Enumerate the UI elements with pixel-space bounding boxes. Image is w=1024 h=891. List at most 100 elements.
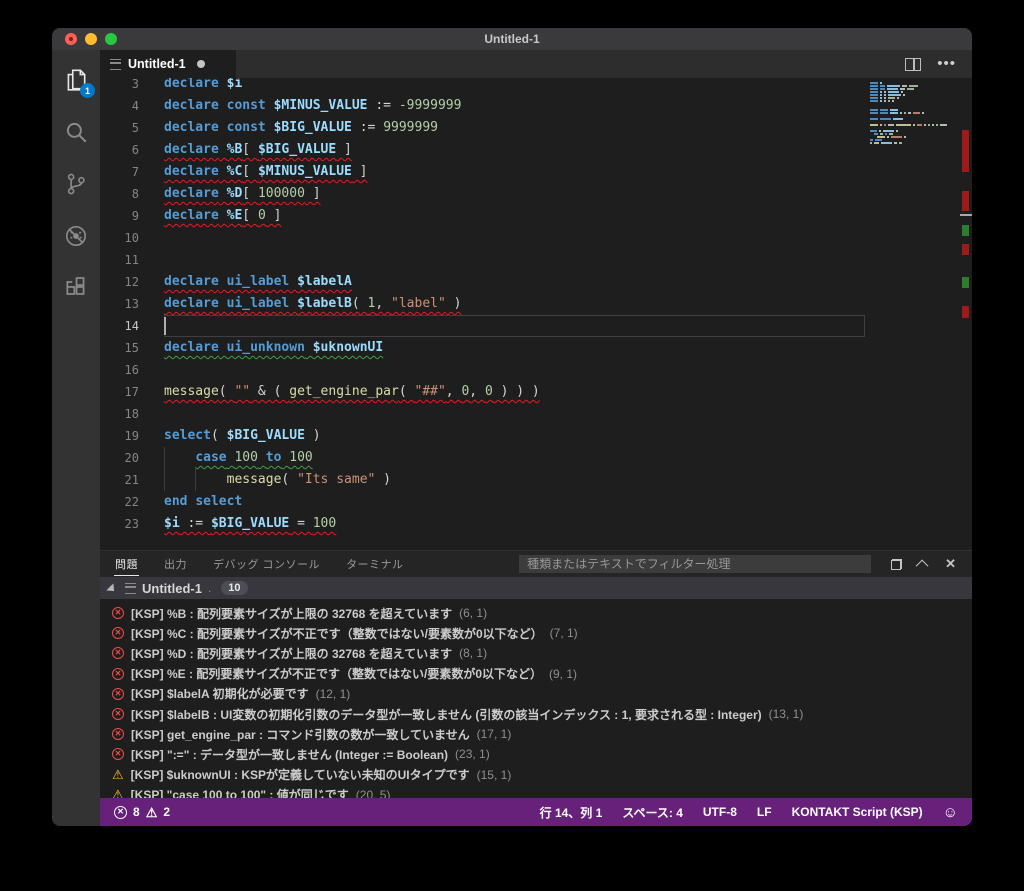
problem-row[interactable]: ⚠[KSP] $uknownUI : KSPが定義していない未知のUIタイプです… xyxy=(100,765,972,785)
unsaved-changes-dot[interactable] xyxy=(197,60,205,68)
maximize-panel-icon[interactable] xyxy=(891,559,902,570)
line-number: 23 xyxy=(100,513,164,535)
overview-ruler[interactable] xyxy=(960,78,972,550)
warning-icon: ⚠ xyxy=(112,768,124,781)
problem-row[interactable]: ✕[KSP] %B : 配列要素サイズが上限の 32768 を超えています(6,… xyxy=(100,603,972,623)
code-line-12[interactable]: 12declare ui_label $labelA xyxy=(100,271,865,293)
code-line-5[interactable]: 5declare const $BIG_VALUE := 9999999 xyxy=(100,117,865,139)
problem-row[interactable]: ✕[KSP] %E : 配列要素サイズが不正です（整数ではない/要素数が0以下な… xyxy=(100,664,972,684)
activity-bar-item-search[interactable] xyxy=(56,114,96,150)
chevron-up-icon[interactable] xyxy=(916,559,929,572)
code-line-22[interactable]: 22end select xyxy=(100,491,865,513)
error-icon: ✕ xyxy=(112,647,124,659)
problem-row[interactable]: ✕[KSP] get_engine_par : コマンド引数の数が一致していませ… xyxy=(100,724,972,744)
expand-twisty-icon[interactable] xyxy=(106,583,117,594)
minimap-line xyxy=(870,91,905,93)
overview-error-mark xyxy=(962,130,969,172)
problems-filter-input[interactable] xyxy=(519,555,871,573)
status-indentation[interactable]: スペース: 4 xyxy=(622,804,683,821)
problem-location: (15, 1) xyxy=(477,768,512,782)
problem-row[interactable]: ✕[KSP] ":=" : データ型が一致しません (Integer := Bo… xyxy=(100,744,972,764)
panel-tab-item[interactable]: ターミナル xyxy=(345,552,405,576)
minimap-line xyxy=(870,118,905,120)
status-language-mode[interactable]: KONTAKT Script (KSP) xyxy=(792,805,923,819)
activity-bar-item-explorer[interactable]: 1 xyxy=(56,62,96,98)
code-line-21[interactable]: 21message( "Its same" ) xyxy=(100,469,865,491)
code-line-13[interactable]: 13declare ui_label $labelB( 1, "label" ) xyxy=(100,293,865,315)
line-content xyxy=(164,359,865,381)
problem-message: [KSP] $labelA 初期化が必要です xyxy=(131,685,309,702)
code-line-3[interactable]: 3declare $i xyxy=(100,78,865,95)
close-panel-icon[interactable]: ✕ xyxy=(945,559,956,569)
code-line-11[interactable]: 11 xyxy=(100,249,865,271)
line-number: 19 xyxy=(100,425,164,447)
code-line-16[interactable]: 16 xyxy=(100,359,865,381)
code-line-14[interactable]: 14 xyxy=(100,315,865,337)
minimap[interactable] xyxy=(865,78,960,550)
overview-error-mark xyxy=(962,306,969,318)
problem-row[interactable]: ✕[KSP] $labelB : UI変数の初期化引数のデータ型が一致しません … xyxy=(100,704,972,724)
problem-location: (9, 1) xyxy=(549,667,577,681)
problem-location: (12, 1) xyxy=(316,687,351,701)
code-line-10[interactable]: 10 xyxy=(100,227,865,249)
code-line-8[interactable]: 8declare %D[ 100000 ] xyxy=(100,183,865,205)
code-line-4[interactable]: 4declare const $MINUS_VALUE := -9999999 xyxy=(100,95,865,117)
panel-tab-item[interactable]: デバッグ コンソール xyxy=(212,552,321,576)
code-line-18[interactable]: 18 xyxy=(100,403,865,425)
more-actions-icon[interactable]: ••• xyxy=(937,59,956,69)
status-cursor-position[interactable]: 行 14、列 1 xyxy=(540,804,603,821)
line-content: declare %E[ 0 ] xyxy=(164,205,865,227)
overview-error-mark xyxy=(962,191,969,211)
minimap-line xyxy=(870,139,884,141)
problems-list[interactable]: ✕[KSP] %B : 配列要素サイズが上限の 32768 を超えています(6,… xyxy=(100,599,972,798)
code-line-23[interactable]: 23$i := $BIG_VALUE = 100 xyxy=(100,513,865,535)
feedback-smiley-icon[interactable]: ☺ xyxy=(943,805,958,820)
problem-location: (17, 1) xyxy=(477,727,512,741)
error-icon: ✕ xyxy=(112,627,124,639)
code-line-6[interactable]: 6declare %B[ $BIG_VALUE ] xyxy=(100,139,865,161)
panel-tab-active[interactable]: 問題 xyxy=(114,552,139,576)
line-number: 9 xyxy=(100,205,164,227)
status-encoding[interactable]: UTF-8 xyxy=(703,805,737,819)
problem-location: (8, 1) xyxy=(459,646,487,660)
code-line-7[interactable]: 7declare %C[ $MINUS_VALUE ] xyxy=(100,161,865,183)
indent-guide xyxy=(164,447,165,469)
code-line-15[interactable]: 15declare ui_unknown $uknownUI xyxy=(100,337,865,359)
tab-untitled-1[interactable]: Untitled-1 xyxy=(100,50,236,78)
code-line-9[interactable]: 9declare %E[ 0 ] xyxy=(100,205,865,227)
line-number: 10 xyxy=(100,227,164,249)
code-editor[interactable]: 3declare $i4declare const $MINUS_VALUE :… xyxy=(100,78,972,550)
indent-guide xyxy=(164,469,165,491)
activity-bar-item-debug[interactable] xyxy=(56,218,96,254)
file-icon xyxy=(110,59,121,70)
problem-row[interactable]: ✕ [KSP] %C : 配列要素サイズが不正です（整数ではない/要素数が0以下な… xyxy=(100,623,972,643)
line-content xyxy=(164,315,865,337)
code-area[interactable]: 3declare $i4declare const $MINUS_VALUE :… xyxy=(100,78,865,550)
line-content: declare ui_label $labelB( 1, "label" ) xyxy=(164,293,865,315)
line-content xyxy=(164,403,865,425)
problem-message: [KSP] %C : 配列要素サイズが不正です（整数ではない/要素数が0以下など… xyxy=(131,625,543,642)
problem-location: (20, 5) xyxy=(356,788,391,798)
code-line-19[interactable]: 19select( $BIG_VALUE ) xyxy=(100,425,865,447)
activity-bar: 1 xyxy=(52,50,100,826)
window-title: Untitled-1 xyxy=(52,32,972,46)
problem-message: [KSP] %B : 配列要素サイズが上限の 32768 を超えています xyxy=(131,605,452,622)
line-content: message( "Its same" ) xyxy=(164,469,865,491)
line-number: 12 xyxy=(100,271,164,293)
problems-summary[interactable]: ✕ 8 ⚠ 2 xyxy=(114,805,170,819)
problem-row[interactable]: ⚠[KSP] "case 100 to 100" : 値が同じです(20, 5) xyxy=(100,785,972,798)
activity-bar-item-source-control[interactable] xyxy=(56,166,96,202)
code-line-17[interactable]: 17message( "" & ( get_engine_par( "##", … xyxy=(100,381,865,403)
activity-bar-item-extensions[interactable] xyxy=(56,270,96,306)
line-content: case 100 to 100 xyxy=(164,447,865,469)
problem-message: [KSP] "case 100 to 100" : 値が同じです xyxy=(131,786,349,798)
line-content: declare const $MINUS_VALUE := -9999999 xyxy=(164,95,865,117)
split-editor-icon[interactable] xyxy=(905,58,921,71)
problem-row[interactable]: ✕[KSP] $labelA 初期化が必要です(12, 1) xyxy=(100,684,972,704)
status-eol[interactable]: LF xyxy=(757,805,772,819)
panel-tab-item[interactable]: 出力 xyxy=(163,552,188,576)
title-bar[interactable]: Untitled-1 xyxy=(52,28,972,50)
code-line-20[interactable]: 20case 100 to 100 xyxy=(100,447,865,469)
problem-row[interactable]: ✕[KSP] %D : 配列要素サイズが上限の 32768 を超えています(8,… xyxy=(100,643,972,663)
problems-file-group[interactable]: Untitled-1 . 10 xyxy=(100,577,972,599)
